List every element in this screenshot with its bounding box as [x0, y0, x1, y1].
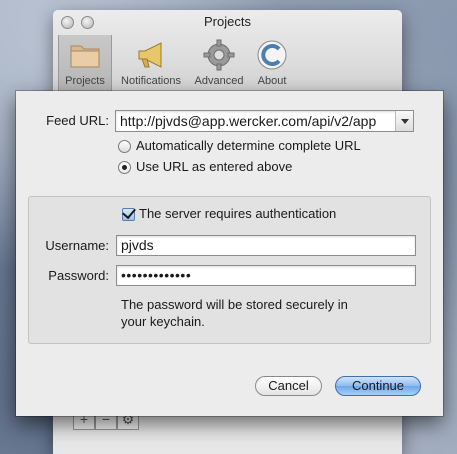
- password-field[interactable]: •••••••••••••: [116, 265, 416, 286]
- toolbar-about[interactable]: About: [252, 35, 292, 95]
- toolbar-projects[interactable]: Projects: [58, 35, 112, 95]
- folder-icon: [67, 37, 103, 73]
- password-label: Password:: [48, 268, 109, 283]
- radio-url-as-entered[interactable]: [118, 161, 131, 174]
- cancel-button[interactable]: Cancel: [255, 376, 322, 396]
- keychain-note: The password will be stored securely in …: [121, 296, 348, 330]
- chevron-down-icon[interactable]: [395, 111, 413, 131]
- title-bar: Projects Projects Notifications Advanced…: [53, 10, 402, 97]
- radio-auto-url-label: Automatically determine complete URL: [136, 138, 361, 153]
- toolbar-label: Notifications: [121, 75, 181, 87]
- continue-button[interactable]: Continue: [335, 376, 421, 396]
- username-label: Username:: [45, 238, 109, 253]
- radio-auto-url[interactable]: [118, 140, 131, 153]
- keychain-note-line: The password will be stored securely in: [121, 297, 348, 312]
- toolbar-advanced[interactable]: Advanced: [191, 35, 247, 95]
- feed-url-label: Feed URL:: [46, 113, 109, 128]
- toolbar-label: About: [257, 75, 287, 87]
- add-project-sheet: Feed URL: http://pjvds@app.wercker.com/a…: [16, 91, 443, 416]
- username-field[interactable]: pjvds: [116, 235, 416, 256]
- about-icon: [254, 37, 290, 73]
- keychain-note-line: your keychain.: [121, 314, 205, 329]
- auth-required-label: The server requires authentication: [139, 206, 337, 221]
- toolbar-label: Projects: [65, 75, 105, 87]
- feed-url-combobox[interactable]: http://pjvds@app.wercker.com/api/v2/app: [115, 110, 414, 132]
- gear-icon: [201, 37, 237, 73]
- radio-url-as-entered-label: Use URL as entered above: [136, 159, 293, 174]
- megaphone-icon: [133, 37, 169, 73]
- window-title: Projects: [204, 14, 251, 29]
- authentication-box: The server requires authentication Usern…: [28, 196, 431, 344]
- toolbar-label: Advanced: [194, 75, 244, 87]
- checkmark-icon: [122, 204, 136, 220]
- feed-url-input[interactable]: http://pjvds@app.wercker.com/api/v2/app: [116, 111, 395, 131]
- toolbar-notifications[interactable]: Notifications: [115, 35, 187, 95]
- auth-required-checkbox[interactable]: [122, 204, 136, 221]
